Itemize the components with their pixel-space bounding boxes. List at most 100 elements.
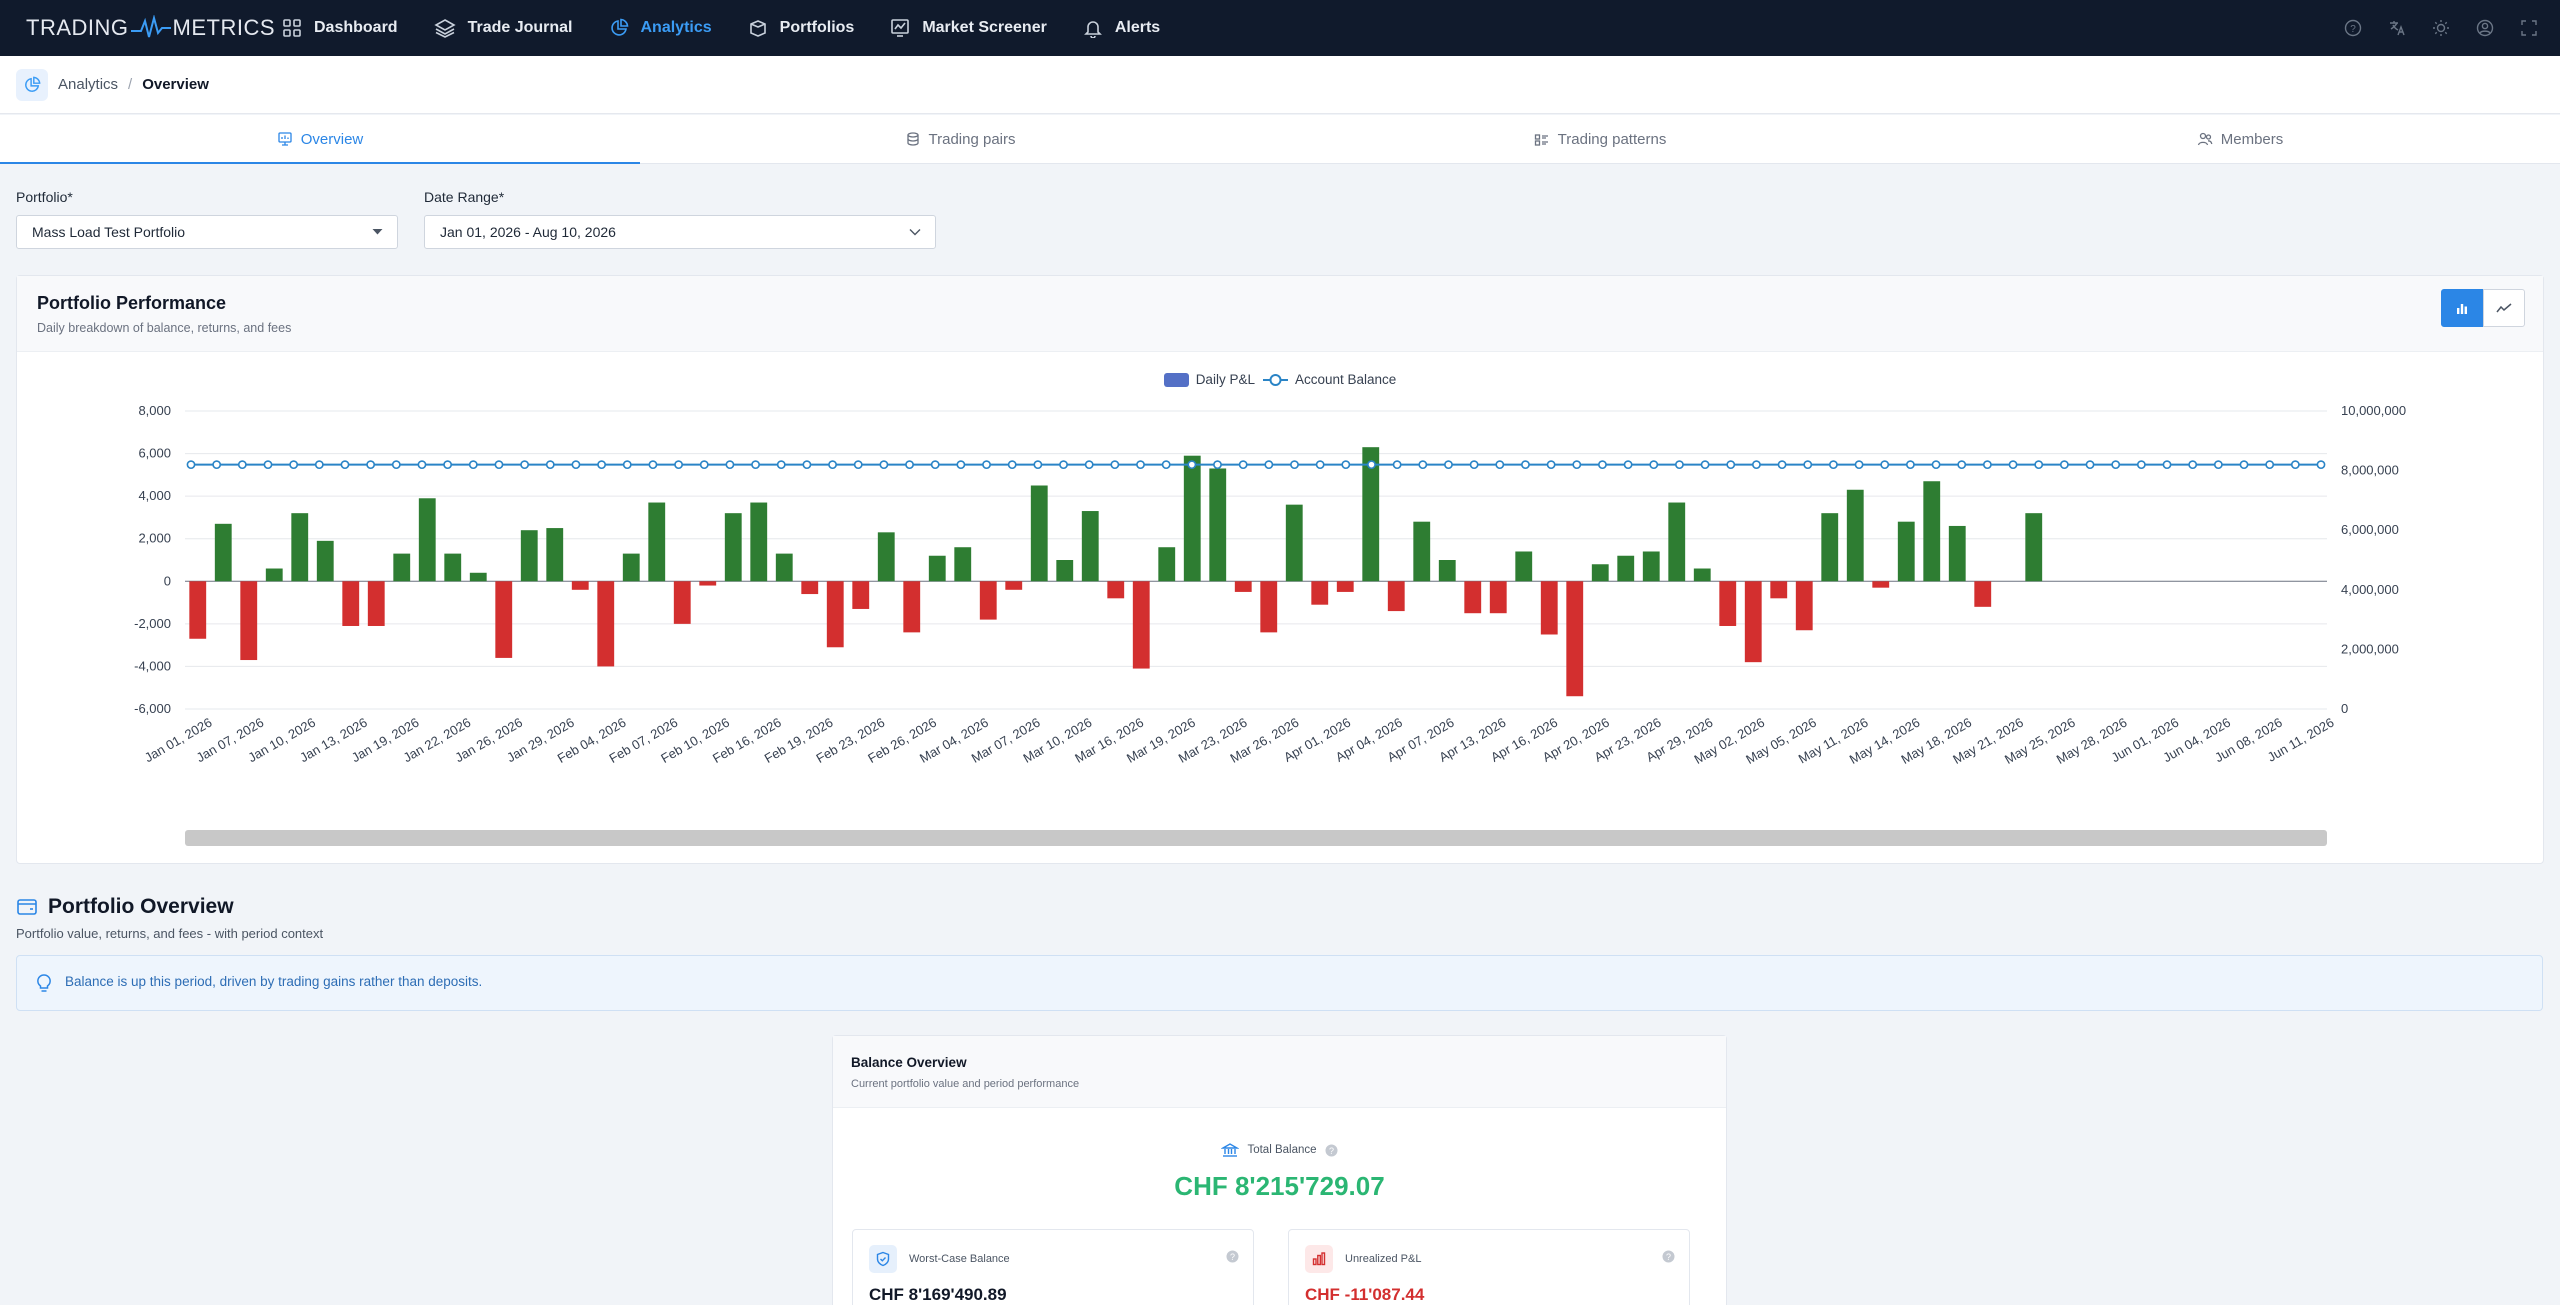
- members-icon: [2197, 132, 2213, 146]
- pnl-bar: [1030, 485, 1048, 582]
- y-left-tick-label: -4,000: [134, 658, 171, 673]
- grid-icon: [283, 19, 301, 37]
- total-balance-label: Total Balance: [1247, 1144, 1317, 1156]
- lightbulb-icon: [37, 974, 51, 992]
- chart-zoom-scrollbar[interactable]: [185, 830, 2327, 846]
- balance-point: [2085, 460, 2095, 470]
- tab-overview[interactable]: Overview: [0, 115, 640, 164]
- balance-point: [802, 460, 812, 470]
- balance-point: [571, 460, 581, 470]
- logo[interactable]: TRADING METRICS: [26, 14, 275, 42]
- logo-pulse-icon: [130, 15, 171, 38]
- breadcrumb-analytics-link[interactable]: Analytics: [58, 76, 118, 93]
- balance-point: [1803, 460, 1813, 470]
- pnl-bar: [1872, 581, 1890, 588]
- balance-point: [1341, 460, 1351, 470]
- chevron-down-icon: [909, 229, 921, 236]
- balance-point: [2008, 460, 2018, 470]
- balance-point: [1367, 460, 1376, 470]
- portfolio-select[interactable]: Mass Load Test Portfolio: [16, 215, 398, 249]
- analytics-crumb-icon: [16, 68, 48, 101]
- pnl-bar: [1770, 581, 1788, 599]
- overview-icon: [278, 132, 292, 146]
- pnl-bar: [1387, 581, 1405, 612]
- y-left-tick-label: 0: [164, 573, 171, 588]
- translate-icon[interactable]: [2386, 17, 2408, 39]
- pnl-bar: [775, 553, 793, 582]
- pnl-bar: [1668, 502, 1686, 582]
- svg-text:?: ?: [1329, 1146, 1334, 1156]
- help-icon[interactable]: ?: [1325, 1144, 1338, 1157]
- pnl-bar: [1566, 581, 1584, 697]
- nav-dashboard-label: Dashboard: [314, 19, 398, 36]
- balance-point: [366, 460, 376, 470]
- balance-point: [468, 460, 478, 470]
- pnl-bar: [1974, 581, 1992, 607]
- balance-point: [391, 460, 401, 470]
- pnl-bar: [1719, 581, 1737, 626]
- balance-point: [1854, 460, 1864, 470]
- total-balance-value: CHF 8'215'729.07: [1174, 1171, 1385, 1201]
- tab-trading-pairs[interactable]: Trading pairs: [640, 115, 1280, 163]
- tab-trading-patterns[interactable]: Trading patterns: [1280, 115, 1920, 163]
- balance-point: [1110, 460, 1120, 470]
- unrealized-pnl-label: Unrealized P&L: [1345, 1253, 1422, 1265]
- nav-dashboard[interactable]: Dashboard: [282, 0, 398, 56]
- tab-members[interactable]: Members: [1920, 115, 2560, 163]
- tab-trading-patterns-label: Trading patterns: [1557, 130, 1667, 148]
- pnl-bar: [1234, 581, 1252, 592]
- balance-point: [1444, 460, 1453, 470]
- pnl-bar: [648, 502, 666, 582]
- help-icon[interactable]: ?: [2342, 17, 2364, 39]
- performance-header: Portfolio Performance Daily breakdown of…: [17, 276, 2543, 352]
- balance-point: [1521, 460, 1530, 470]
- balance-point: [1598, 460, 1607, 470]
- pnl-bar: [571, 581, 589, 590]
- portfolio-select-value: Mass Load Test Portfolio: [32, 224, 186, 240]
- pnl-bar: [418, 498, 436, 582]
- y-left-tick-label: -2,000: [134, 616, 171, 631]
- help-icon[interactable]: ?: [1226, 1250, 1239, 1263]
- balance-point: [982, 460, 991, 470]
- nav-trade-journal[interactable]: Trade Journal: [433, 0, 573, 56]
- pnl-bar: [1897, 521, 1915, 582]
- pnl-bar: [1336, 581, 1354, 592]
- worst-case-value: CHF 8'169'490.89: [869, 1285, 1007, 1304]
- user-icon[interactable]: [2474, 17, 2496, 39]
- overview-title: Portfolio Overview: [48, 895, 234, 918]
- tab-overview-label: Overview: [300, 130, 364, 148]
- svg-text:?: ?: [1666, 1252, 1671, 1262]
- balance-point: [1136, 460, 1145, 470]
- balance-point: [1290, 460, 1299, 470]
- pnl-bar: [240, 581, 258, 661]
- nav-portfolios[interactable]: Portfolios: [748, 0, 854, 56]
- sun-icon[interactable]: [2430, 17, 2452, 39]
- balance-point: [1264, 460, 1274, 470]
- pnl-bar: [1285, 504, 1303, 582]
- pnl-bar: [265, 568, 283, 582]
- pnl-bar: [546, 528, 564, 582]
- pnl-bar: [1489, 581, 1507, 614]
- balance-point: [648, 460, 658, 470]
- main-nav: Dashboard Trade Journal Analytics Portfo…: [282, 0, 1196, 56]
- nav-market-screener[interactable]: Market Screener: [890, 0, 1047, 56]
- nav-alerts[interactable]: Alerts: [1083, 0, 1160, 56]
- pnl-bar: [1540, 581, 1558, 635]
- balance-point: [1418, 460, 1428, 470]
- help-icon[interactable]: ?: [1662, 1250, 1675, 1263]
- pnl-bar: [1209, 468, 1227, 582]
- pnl-bar: [1821, 513, 1839, 582]
- date-range-picker[interactable]: Jan 01, 2026 - Aug 10, 2026: [424, 215, 936, 249]
- nav-analytics[interactable]: Analytics: [609, 0, 712, 56]
- pnl-bar: [1005, 581, 1023, 590]
- fullscreen-icon[interactable]: [2518, 17, 2540, 39]
- bar-view-toggle[interactable]: [2441, 289, 2483, 327]
- nav-analytics-label: Analytics: [640, 19, 712, 36]
- line-view-toggle[interactable]: [2483, 289, 2525, 327]
- pnl-bar: [1107, 581, 1125, 599]
- balance-point: [2265, 460, 2275, 470]
- pnl-bar: [597, 581, 615, 667]
- balance-point: [905, 460, 914, 470]
- layers-icon: [433, 19, 456, 38]
- screener-icon: [891, 19, 910, 37]
